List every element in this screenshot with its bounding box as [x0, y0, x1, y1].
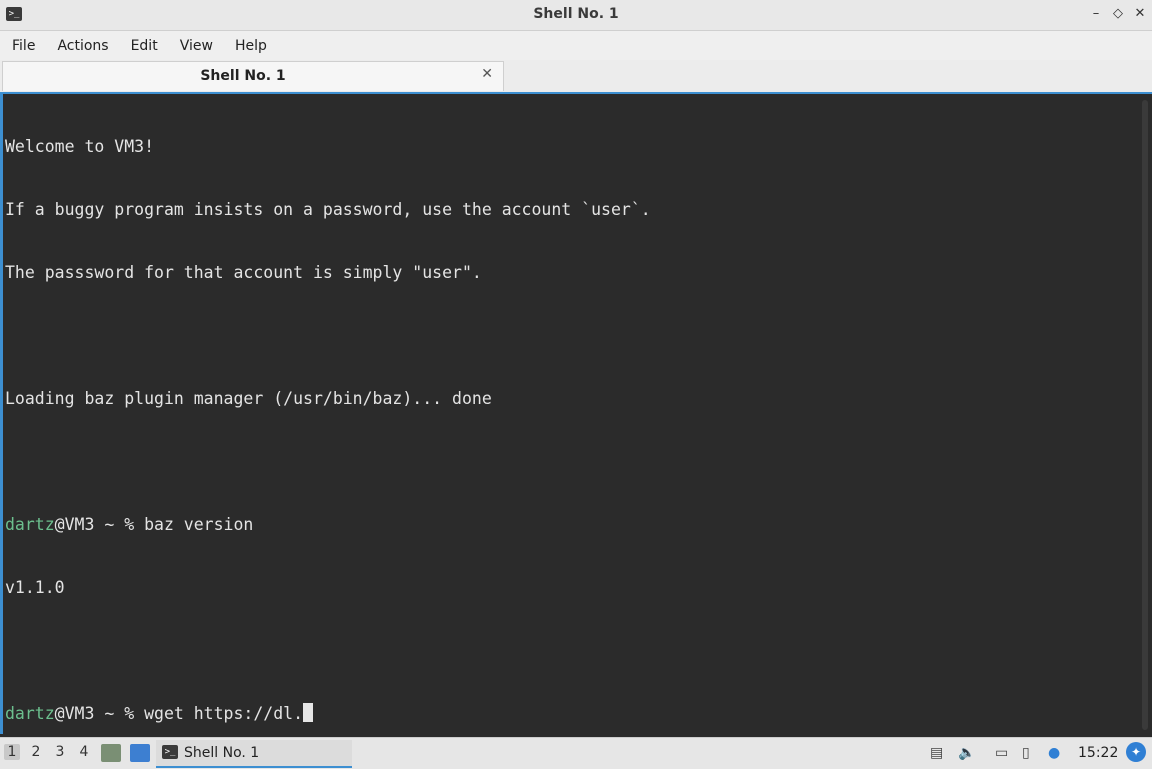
prompt-command: @VM3 ~ % baz version: [54, 515, 254, 534]
notification-icon[interactable]: ●: [1048, 745, 1060, 761]
terminal-line: Welcome to VM3!: [5, 137, 155, 156]
tab-shell-1[interactable]: Shell No. 1 ✕: [2, 61, 504, 91]
tab-bar: Shell No. 1 ✕: [0, 60, 1152, 94]
prompt-line: dartz@VM3 ~ % baz version: [5, 514, 651, 535]
prompt-line: dartz@VM3 ~ % wget https://dl.: [5, 703, 651, 724]
terminal-scrollbar[interactable]: [1142, 100, 1148, 730]
prompt-username: dartz: [5, 704, 55, 723]
window-controls: – ◇ ✕: [1090, 6, 1146, 21]
minimize-button[interactable]: –: [1090, 6, 1102, 21]
close-button[interactable]: ✕: [1134, 6, 1146, 21]
terminal-icon: >_: [162, 745, 178, 759]
prompt-command: @VM3 ~ % wget https://dl.: [54, 704, 304, 723]
taskbar: 1 2 3 4 >_ Shell No. 1 ▤ 🔈 ▭ ▯ ● 15:22 ✦: [0, 737, 1152, 769]
terminal-line: v1.1.0: [5, 578, 65, 597]
show-desktop-icon[interactable]: [130, 744, 150, 762]
workspace-1[interactable]: 1: [4, 744, 20, 760]
title-bar: >_ Shell No. 1 – ◇ ✕: [0, 0, 1152, 31]
menu-logo-icon[interactable]: ✦: [1126, 742, 1146, 762]
terminal-line: The passsword for that account is simply…: [5, 263, 482, 282]
volume-icon[interactable]: 🔈: [958, 745, 975, 761]
terminal-line: If a buggy program insists on a password…: [5, 200, 651, 219]
taskbar-task-shell[interactable]: >_ Shell No. 1: [156, 740, 352, 768]
terminal-area[interactable]: Welcome to VM3! If a buggy program insis…: [0, 94, 1143, 734]
menu-edit[interactable]: Edit: [121, 38, 168, 54]
window-title: Shell No. 1: [533, 6, 619, 22]
clock[interactable]: 15:22: [1078, 745, 1118, 761]
tab-label: Shell No. 1: [200, 68, 286, 84]
menu-bar: File Actions Edit View Help: [0, 31, 1152, 60]
terminal-output: Welcome to VM3! If a buggy program insis…: [5, 94, 651, 766]
workspace-2[interactable]: 2: [28, 744, 44, 760]
upload-icon[interactable]: ▤: [930, 745, 943, 761]
tab-close-icon[interactable]: ✕: [481, 66, 493, 82]
maximize-button[interactable]: ◇: [1112, 6, 1124, 21]
prompt-username: dartz: [5, 515, 55, 534]
terminal-line: Loading baz plugin manager (/usr/bin/baz…: [5, 389, 492, 408]
file-manager-icon[interactable]: [101, 744, 121, 762]
network-icon[interactable]: ▭: [995, 745, 1008, 761]
text-cursor: [303, 703, 314, 722]
workspace-4[interactable]: 4: [76, 744, 92, 760]
workspace-3[interactable]: 3: [52, 744, 68, 760]
menu-actions[interactable]: Actions: [47, 38, 118, 54]
menu-view[interactable]: View: [170, 38, 223, 54]
clipboard-icon[interactable]: ▯: [1022, 745, 1030, 761]
menu-file[interactable]: File: [2, 38, 45, 54]
task-label: Shell No. 1: [184, 745, 260, 761]
menu-help[interactable]: Help: [225, 38, 277, 54]
